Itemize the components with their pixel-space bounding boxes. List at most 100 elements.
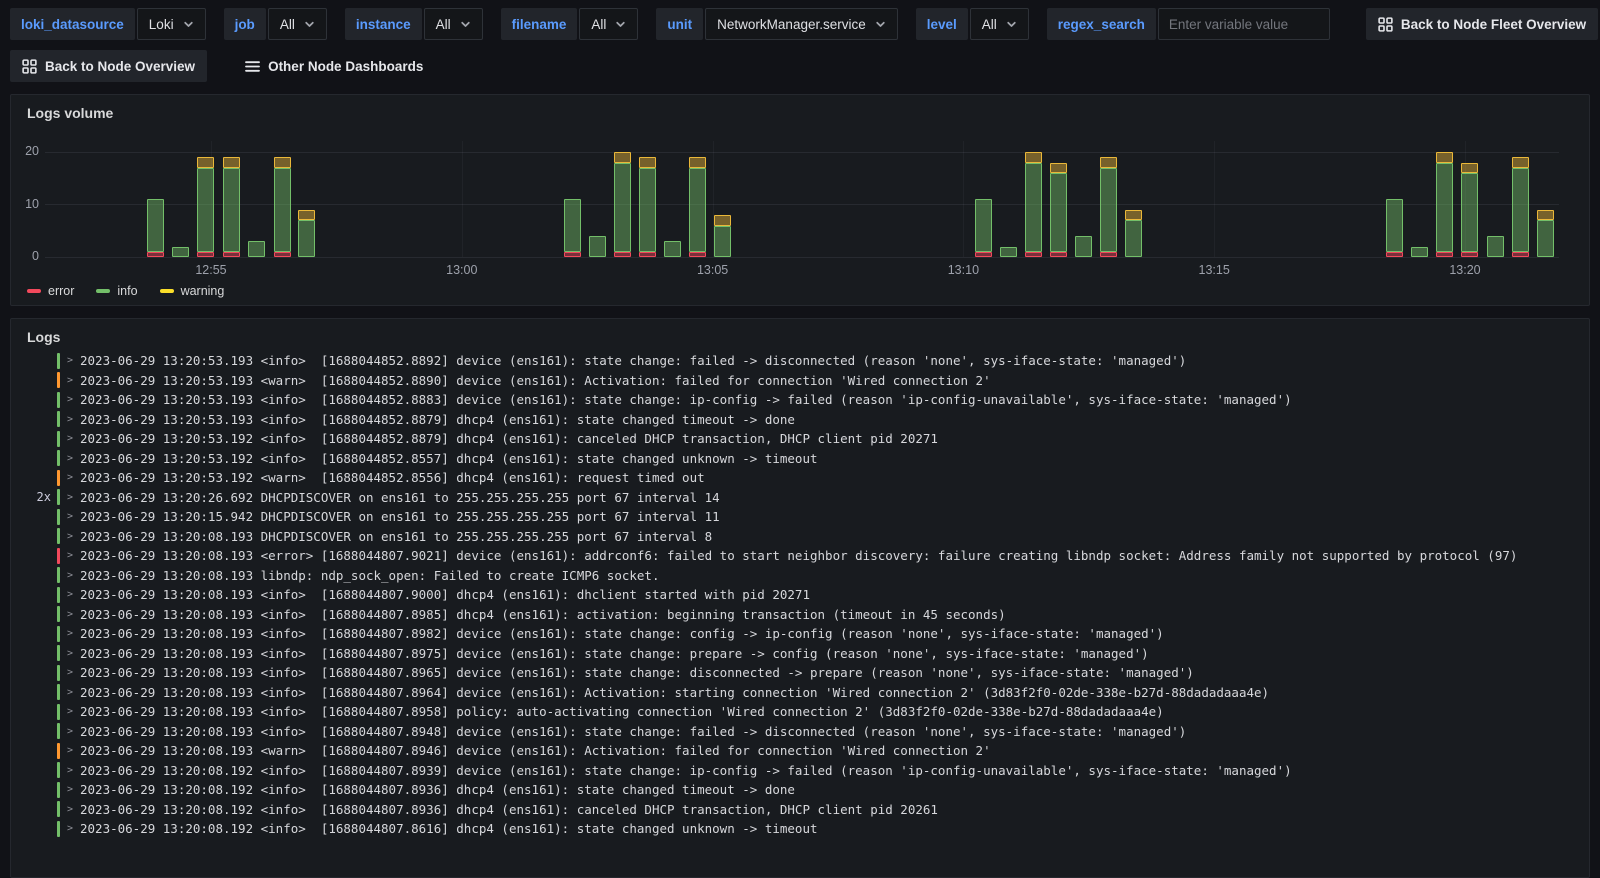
log-row[interactable]: >2023-06-29 13:20:08.193 <info> [1688044… [23, 644, 1589, 664]
expand-chevron-icon[interactable]: > [67, 745, 77, 756]
legend-item-info[interactable]: info [96, 284, 138, 298]
expand-chevron-icon[interactable]: > [67, 804, 77, 815]
logs-volume-bar[interactable] [588, 141, 606, 257]
logs-volume-bar[interactable] [147, 141, 165, 257]
logs-volume-bar[interactable] [1050, 141, 1068, 257]
log-row[interactable]: >2023-06-29 13:20:08.193 <warn> [1688044… [23, 741, 1589, 761]
expand-chevron-icon[interactable]: > [67, 589, 77, 600]
log-row[interactable]: >2023-06-29 13:20:08.193 DHCPDISCOVER on… [23, 527, 1589, 547]
variable-select-unit[interactable]: NetworkManager.service [705, 8, 898, 40]
log-row[interactable]: >2023-06-29 13:20:08.192 <info> [1688044… [23, 819, 1589, 839]
legend-item-warning[interactable]: warning [159, 284, 224, 298]
logs-volume-bar[interactable] [1025, 141, 1043, 257]
logs-volume-bar[interactable] [689, 141, 707, 257]
log-row[interactable]: >2023-06-29 13:20:08.193 <info> [1688044… [23, 702, 1589, 722]
logs-volume-bar[interactable] [197, 141, 215, 257]
log-row[interactable]: >2023-06-29 13:20:08.193 <info> [1688044… [23, 722, 1589, 742]
logs-volume-bar[interactable] [1536, 141, 1554, 257]
expand-chevron-icon[interactable]: > [67, 784, 77, 795]
logs-volume-bar[interactable] [1411, 141, 1429, 257]
expand-chevron-icon[interactable]: > [67, 570, 77, 581]
expand-chevron-icon[interactable]: > [67, 492, 77, 503]
expand-chevron-icon[interactable]: > [67, 355, 77, 366]
expand-chevron-icon[interactable]: > [67, 453, 77, 464]
expand-chevron-icon[interactable]: > [67, 511, 77, 522]
expand-chevron-icon[interactable]: > [67, 706, 77, 717]
logs-volume-bar[interactable] [638, 141, 656, 257]
logs-panel: Logs >2023-06-29 13:20:53.193 <info> [16… [10, 318, 1590, 878]
expand-chevron-icon[interactable]: > [67, 823, 77, 834]
expand-chevron-icon[interactable]: > [67, 414, 77, 425]
expand-chevron-icon[interactable]: > [67, 433, 77, 444]
log-row[interactable]: >2023-06-29 13:20:15.942 DHCPDISCOVER on… [23, 507, 1589, 527]
logs-volume-bar[interactable] [1125, 141, 1143, 257]
expand-chevron-icon[interactable]: > [67, 394, 77, 405]
logs-volume-bar[interactable] [1486, 141, 1504, 257]
variable-label-unit[interactable]: unit [656, 8, 704, 40]
expand-chevron-icon[interactable]: > [67, 687, 77, 698]
expand-chevron-icon[interactable]: > [67, 765, 77, 776]
expand-chevron-icon[interactable]: > [67, 472, 77, 483]
logs-volume-bar[interactable] [172, 141, 190, 257]
log-row[interactable]: >2023-06-29 13:20:08.193 <error> [168804… [23, 546, 1589, 566]
log-row[interactable]: >2023-06-29 13:20:08.192 <info> [1688044… [23, 800, 1589, 820]
variable-select-instance[interactable]: All [423, 8, 483, 40]
log-row[interactable]: >2023-06-29 13:20:53.192 <info> [1688044… [23, 429, 1589, 449]
log-row[interactable]: >2023-06-29 13:20:08.193 <info> [1688044… [23, 585, 1589, 605]
log-row[interactable]: >2023-06-29 13:20:08.193 <info> [1688044… [23, 605, 1589, 625]
log-row[interactable]: >2023-06-29 13:20:08.193 <info> [1688044… [23, 663, 1589, 683]
logs-volume-bar[interactable] [222, 141, 240, 257]
variable-select-level[interactable]: All [969, 8, 1029, 40]
logs-volume-bar[interactable] [1100, 141, 1118, 257]
log-row[interactable]: >2023-06-29 13:20:53.193 <info> [1688044… [23, 390, 1589, 410]
log-row[interactable]: >2023-06-29 13:20:08.192 <info> [1688044… [23, 780, 1589, 800]
legend-item-error[interactable]: error [27, 284, 74, 298]
back-to-node-fleet-overview-button[interactable]: Back to Node Fleet Overview [1365, 8, 1599, 40]
log-row[interactable]: >2023-06-29 13:20:08.193 <info> [1688044… [23, 624, 1589, 644]
expand-chevron-icon[interactable]: > [67, 726, 77, 737]
variable-label-regex_search[interactable]: regex_search [1046, 8, 1156, 40]
variable-select-filename[interactable]: All [579, 8, 639, 40]
variable-label-level[interactable]: level [915, 8, 968, 40]
logs-volume-bar[interactable] [1000, 141, 1018, 257]
logs-volume-bar[interactable] [1386, 141, 1404, 257]
logs-volume-bar[interactable] [663, 141, 681, 257]
other-node-dashboards-button[interactable]: Other Node Dashboards [233, 50, 435, 82]
logs-volume-bar[interactable] [563, 141, 581, 257]
logs-volume-bar[interactable] [1075, 141, 1093, 257]
expand-chevron-icon[interactable]: > [67, 628, 77, 639]
expand-chevron-icon[interactable]: > [67, 531, 77, 542]
logs-volume-bar[interactable] [1511, 141, 1529, 257]
logs-volume-bar[interactable] [974, 141, 992, 257]
log-row[interactable]: >2023-06-29 13:20:08.193 libndp: ndp_soc… [23, 566, 1589, 586]
log-row[interactable]: >2023-06-29 13:20:53.193 <info> [1688044… [23, 410, 1589, 430]
expand-chevron-icon[interactable]: > [67, 648, 77, 659]
variable-label-job[interactable]: job [223, 8, 266, 40]
expand-chevron-icon[interactable]: > [67, 667, 77, 678]
logs-volume-bar[interactable] [613, 141, 631, 257]
log-row[interactable]: >2023-06-29 13:20:53.193 <warn> [1688044… [23, 371, 1589, 391]
variable-label-filename[interactable]: filename [500, 8, 578, 40]
variable-label-instance[interactable]: instance [344, 8, 422, 40]
logs-volume-bar[interactable] [273, 141, 291, 257]
log-row[interactable]: >2023-06-29 13:20:08.192 <info> [1688044… [23, 761, 1589, 781]
logs-volume-bar[interactable] [297, 141, 315, 257]
log-row[interactable]: 2x >2023-06-29 13:20:26.692 DHCPDISCOVER … [23, 488, 1589, 508]
back-to-node-overview-button[interactable]: Back to Node Overview [10, 50, 208, 82]
bar-segment-info [714, 225, 732, 257]
logs-volume-bar[interactable] [1461, 141, 1479, 257]
logs-volume-bar[interactable] [1436, 141, 1454, 257]
variable-input-regex_search[interactable] [1157, 8, 1330, 40]
log-row[interactable]: >2023-06-29 13:20:08.193 <info> [1688044… [23, 683, 1589, 703]
expand-chevron-icon[interactable]: > [67, 609, 77, 620]
log-row[interactable]: >2023-06-29 13:20:53.192 <info> [1688044… [23, 449, 1589, 469]
logs-volume-bar[interactable] [247, 141, 265, 257]
variable-select-loki_datasource[interactable]: Loki [136, 8, 206, 40]
log-row[interactable]: >2023-06-29 13:20:53.192 <warn> [1688044… [23, 468, 1589, 488]
expand-chevron-icon[interactable]: > [67, 550, 77, 561]
variable-label-loki_datasource[interactable]: loki_datasource [10, 8, 135, 40]
variable-select-job[interactable]: All [267, 8, 327, 40]
log-row[interactable]: >2023-06-29 13:20:53.193 <info> [1688044… [23, 351, 1589, 371]
logs-volume-bar[interactable] [714, 141, 732, 257]
expand-chevron-icon[interactable]: > [67, 375, 77, 386]
